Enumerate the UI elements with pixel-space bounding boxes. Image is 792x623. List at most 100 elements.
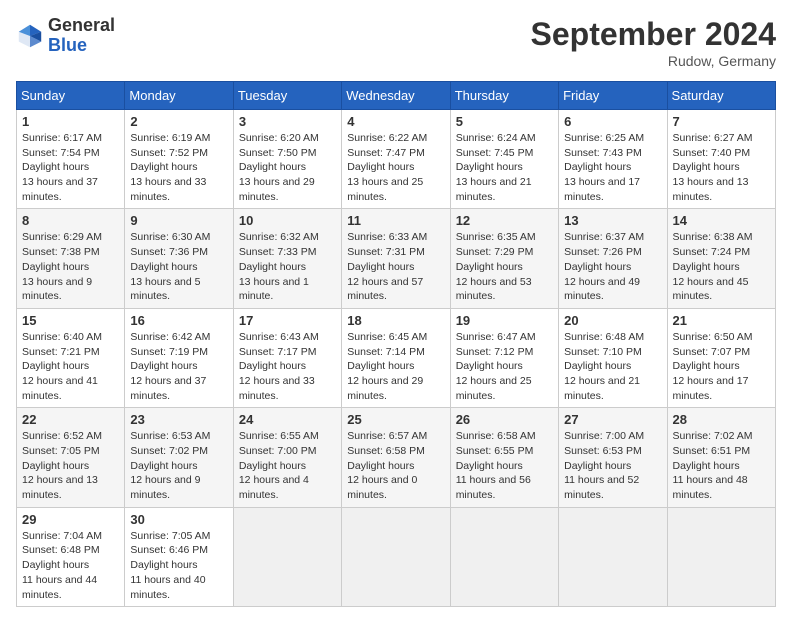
table-row: 27Sunrise: 7:00 AMSunset: 6:53 PMDayligh… <box>559 408 667 507</box>
day-info: Sunrise: 6:22 AMSunset: 7:47 PMDaylight … <box>347 131 444 204</box>
day-number: 21 <box>673 313 770 328</box>
day-info: Sunrise: 6:38 AMSunset: 7:24 PMDaylight … <box>673 230 770 303</box>
table-row: 1 Sunrise: 6:17 AMSunset: 7:54 PMDaylight… <box>17 110 125 209</box>
day-info: Sunrise: 6:30 AMSunset: 7:36 PMDaylight … <box>130 230 227 303</box>
table-row: 3 Sunrise: 6:20 AMSunset: 7:50 PMDaylight… <box>233 110 341 209</box>
table-row: 19 Sunrise: 6:47 AMSunset: 7:12 PMDayligh… <box>450 308 558 407</box>
calendar-week-row: 8 Sunrise: 6:29 AMSunset: 7:38 PMDaylight… <box>17 209 776 308</box>
table-row: 29 Sunrise: 7:04 AMSunset: 6:48 PMDayligh… <box>17 507 125 606</box>
month-title: September 2024 <box>531 16 776 53</box>
day-number: 27 <box>564 412 661 427</box>
day-info: Sunrise: 6:24 AMSunset: 7:45 PMDaylight … <box>456 131 553 204</box>
table-row: 30 Sunrise: 7:05 AMSunset: 6:46 PMDayligh… <box>125 507 233 606</box>
day-number: 29 <box>22 512 119 527</box>
day-info: Sunrise: 6:19 AMSunset: 7:52 PMDaylight … <box>130 131 227 204</box>
col-tuesday: Tuesday <box>233 82 341 110</box>
day-number: 28 <box>673 412 770 427</box>
day-info: Sunrise: 6:27 AMSunset: 7:40 PMDaylight … <box>673 131 770 204</box>
calendar-header-row: Sunday Monday Tuesday Wednesday Thursday… <box>17 82 776 110</box>
table-row: 24Sunrise: 6:55 AMSunset: 7:00 PMDayligh… <box>233 408 341 507</box>
day-info: Sunrise: 6:42 AMSunset: 7:19 PMDaylight … <box>130 330 227 403</box>
day-number: 23 <box>130 412 227 427</box>
table-row: 22 Sunrise: 6:52 AMSunset: 7:05 PMDayligh… <box>17 408 125 507</box>
day-info: Sunrise: 6:20 AMSunset: 7:50 PMDaylight … <box>239 131 336 204</box>
page-header: General Blue September 2024 Rudow, Germa… <box>16 16 776 69</box>
col-friday: Friday <box>559 82 667 110</box>
day-info: Sunrise: 6:33 AMSunset: 7:31 PMDaylight … <box>347 230 444 303</box>
day-number: 15 <box>22 313 119 328</box>
table-row: 25 Sunrise: 6:57 AMSunset: 6:58 PMDayligh… <box>342 408 450 507</box>
day-info: Sunrise: 6:53 AMSunset: 7:02 PMDaylight … <box>130 429 227 502</box>
col-monday: Monday <box>125 82 233 110</box>
day-number: 6 <box>564 114 661 129</box>
day-number: 2 <box>130 114 227 129</box>
day-number: 1 <box>22 114 119 129</box>
table-row <box>559 507 667 606</box>
day-number: 18 <box>347 313 444 328</box>
calendar-week-row: 22 Sunrise: 6:52 AMSunset: 7:05 PMDayligh… <box>17 408 776 507</box>
table-row: 8 Sunrise: 6:29 AMSunset: 7:38 PMDaylight… <box>17 209 125 308</box>
day-info: Sunrise: 6:32 AMSunset: 7:33 PMDaylight … <box>239 230 336 303</box>
day-number: 30 <box>130 512 227 527</box>
day-number: 19 <box>456 313 553 328</box>
title-area: September 2024 Rudow, Germany <box>531 16 776 69</box>
table-row: 18 Sunrise: 6:45 AMSunset: 7:14 PMDayligh… <box>342 308 450 407</box>
logo: General Blue <box>16 16 115 56</box>
day-number: 16 <box>130 313 227 328</box>
day-number: 8 <box>22 213 119 228</box>
table-row: 4 Sunrise: 6:22 AMSunset: 7:47 PMDaylight… <box>342 110 450 209</box>
table-row: 5Sunrise: 6:24 AMSunset: 7:45 PMDaylight… <box>450 110 558 209</box>
day-info: Sunrise: 7:04 AMSunset: 6:48 PMDaylight … <box>22 529 119 602</box>
day-info: Sunrise: 6:40 AMSunset: 7:21 PMDaylight … <box>22 330 119 403</box>
table-row: 14 Sunrise: 6:38 AMSunset: 7:24 PMDayligh… <box>667 209 775 308</box>
table-row: 17 Sunrise: 6:43 AMSunset: 7:17 PMDayligh… <box>233 308 341 407</box>
day-info: Sunrise: 6:29 AMSunset: 7:38 PMDaylight … <box>22 230 119 303</box>
table-row: 11 Sunrise: 6:33 AMSunset: 7:31 PMDayligh… <box>342 209 450 308</box>
table-row <box>233 507 341 606</box>
calendar-table: Sunday Monday Tuesday Wednesday Thursday… <box>16 81 776 607</box>
table-row: 20Sunrise: 6:48 AMSunset: 7:10 PMDayligh… <box>559 308 667 407</box>
logo-blue: Blue <box>48 36 115 56</box>
day-number: 13 <box>564 213 661 228</box>
day-info: Sunrise: 6:48 AMSunset: 7:10 PMDaylight … <box>564 330 661 403</box>
table-row: 15 Sunrise: 6:40 AMSunset: 7:21 PMDayligh… <box>17 308 125 407</box>
col-thursday: Thursday <box>450 82 558 110</box>
day-info: Sunrise: 6:50 AMSunset: 7:07 PMDaylight … <box>673 330 770 403</box>
calendar-week-row: 15 Sunrise: 6:40 AMSunset: 7:21 PMDayligh… <box>17 308 776 407</box>
day-number: 4 <box>347 114 444 129</box>
day-info: Sunrise: 6:43 AMSunset: 7:17 PMDaylight … <box>239 330 336 403</box>
calendar-week-row: 29 Sunrise: 7:04 AMSunset: 6:48 PMDayligh… <box>17 507 776 606</box>
day-number: 3 <box>239 114 336 129</box>
day-number: 12 <box>456 213 553 228</box>
table-row: 21 Sunrise: 6:50 AMSunset: 7:07 PMDayligh… <box>667 308 775 407</box>
day-info: Sunrise: 6:47 AMSunset: 7:12 PMDaylight … <box>456 330 553 403</box>
table-row: 26 Sunrise: 6:58 AMSunset: 6:55 PMDayligh… <box>450 408 558 507</box>
day-number: 11 <box>347 213 444 228</box>
table-row: 12 Sunrise: 6:35 AMSunset: 7:29 PMDayligh… <box>450 209 558 308</box>
day-info: Sunrise: 6:35 AMSunset: 7:29 PMDaylight … <box>456 230 553 303</box>
day-info: Sunrise: 7:05 AMSunset: 6:46 PMDaylight … <box>130 529 227 602</box>
day-number: 17 <box>239 313 336 328</box>
day-number: 25 <box>347 412 444 427</box>
day-info: Sunrise: 6:17 AMSunset: 7:54 PMDaylight … <box>22 131 119 204</box>
day-info: Sunrise: 6:45 AMSunset: 7:14 PMDaylight … <box>347 330 444 403</box>
day-number: 9 <box>130 213 227 228</box>
day-number: 24 <box>239 412 336 427</box>
day-info: Sunrise: 6:57 AMSunset: 6:58 PMDaylight … <box>347 429 444 502</box>
day-info: Sunrise: 6:58 AMSunset: 6:55 PMDaylight … <box>456 429 553 502</box>
table-row: 16 Sunrise: 6:42 AMSunset: 7:19 PMDayligh… <box>125 308 233 407</box>
table-row: 7Sunrise: 6:27 AMSunset: 7:40 PMDaylight… <box>667 110 775 209</box>
calendar-week-row: 1 Sunrise: 6:17 AMSunset: 7:54 PMDaylight… <box>17 110 776 209</box>
day-info: Sunrise: 6:25 AMSunset: 7:43 PMDaylight … <box>564 131 661 204</box>
table-row: 6 Sunrise: 6:25 AMSunset: 7:43 PMDaylight… <box>559 110 667 209</box>
col-wednesday: Wednesday <box>342 82 450 110</box>
day-number: 14 <box>673 213 770 228</box>
table-row <box>450 507 558 606</box>
day-number: 26 <box>456 412 553 427</box>
logo-text: General Blue <box>48 16 115 56</box>
day-info: Sunrise: 6:52 AMSunset: 7:05 PMDaylight … <box>22 429 119 502</box>
day-number: 22 <box>22 412 119 427</box>
col-saturday: Saturday <box>667 82 775 110</box>
day-info: Sunrise: 6:37 AMSunset: 7:26 PMDaylight … <box>564 230 661 303</box>
table-row: 2 Sunrise: 6:19 AMSunset: 7:52 PMDaylight… <box>125 110 233 209</box>
